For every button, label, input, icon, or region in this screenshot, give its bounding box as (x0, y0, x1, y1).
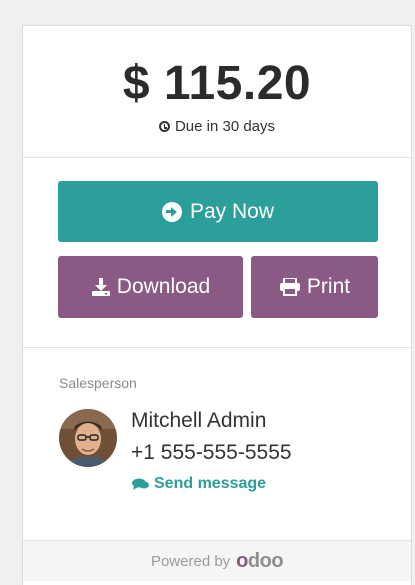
salesperson-phone: +1 555-555-5555 (131, 441, 292, 464)
print-label: Print (306, 275, 351, 298)
powered-by-footer: Powered by odoo (23, 541, 411, 581)
download-icon (91, 278, 110, 296)
amount-total: $ 115.20 (122, 57, 312, 110)
salesperson-details: Mitchell Admin +1 555-555-5555 (131, 405, 292, 469)
amount-section: $ 115.20 Due in 30 days (23, 26, 411, 158)
salesperson-section: Salesperson Mitchell Admin +1 555-555-55… (23, 348, 411, 541)
pay-now-button[interactable]: Pay Now (58, 181, 378, 242)
powered-by-text: Powered by (150, 552, 231, 570)
secondary-actions: Download Print (58, 256, 411, 318)
pay-now-label: Pay Now (189, 199, 275, 223)
salesperson-name: Mitchell Admin (131, 409, 267, 432)
salesperson-heading: Salesperson (59, 375, 137, 391)
actions-section: Pay Now Download Print (23, 158, 411, 348)
send-message-label: Send message (154, 475, 267, 492)
download-button[interactable]: Download (58, 256, 243, 318)
clock-icon (158, 121, 170, 132)
send-message-link[interactable]: Send message (132, 475, 411, 493)
arrow-circle-right-icon (161, 201, 182, 222)
avatar (59, 409, 117, 467)
invoice-sidebar-card: $ 115.20 Due in 30 days Pay Now Download (22, 25, 412, 585)
comments-icon (132, 478, 149, 490)
due-info: Due in 30 days (23, 118, 411, 135)
due-text: Due in 30 days (174, 118, 276, 135)
odoo-logo[interactable]: odoo (236, 551, 283, 571)
download-label: Download (116, 275, 211, 298)
print-icon (279, 278, 300, 296)
print-button[interactable]: Print (251, 256, 378, 318)
salesperson-info: Mitchell Admin +1 555-555-5555 (59, 405, 411, 469)
